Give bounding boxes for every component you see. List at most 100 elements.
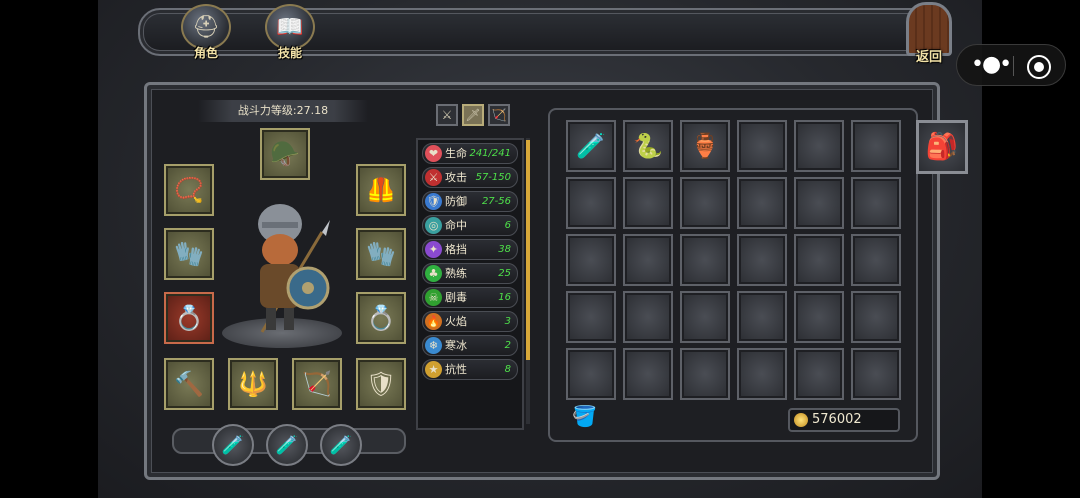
back-label: 返回 <box>915 50 942 65</box>
inventory-slot[interactable] <box>794 177 844 229</box>
inventory-slot[interactable] <box>623 348 673 400</box>
item-icon: 🏺 <box>690 132 720 160</box>
inventory-slot[interactable] <box>680 348 730 400</box>
stat-name: 生命 <box>445 147 467 160</box>
inventory-slot[interactable] <box>851 234 901 286</box>
role-tab-button[interactable]: ⛑ 角色 <box>180 4 232 60</box>
stat-value: 8 <box>504 364 511 375</box>
stat-row: 🔥 火焰 3 <box>422 311 518 332</box>
spear-icon: 🔱 <box>238 370 268 398</box>
inventory-slot[interactable] <box>851 291 901 343</box>
stat-row: 🛡 防御 27-56 <box>422 191 518 212</box>
warrior-figure <box>258 204 330 333</box>
inventory-slot[interactable]: 🏺 <box>680 120 730 172</box>
inventory-slot[interactable] <box>794 348 844 400</box>
back-button[interactable]: 返回 <box>904 2 954 66</box>
sword-icon: ⚔ <box>441 108 453 122</box>
slot-armor[interactable]: 🦺 <box>356 164 406 216</box>
skill-tab-button[interactable]: 📖 技能 <box>264 4 316 60</box>
inventory-slot[interactable] <box>680 291 730 343</box>
gold-amount: 576002 <box>812 412 862 427</box>
inventory-slot[interactable] <box>566 177 616 229</box>
stat-value: 38 <box>498 244 511 255</box>
top-bar <box>138 8 952 56</box>
inventory-slot[interactable] <box>566 348 616 400</box>
slot-spear[interactable]: 🔱 <box>228 358 278 410</box>
inventory-slot[interactable] <box>851 120 901 172</box>
inventory-slot[interactable] <box>623 234 673 286</box>
inventory-slot[interactable] <box>737 234 787 286</box>
stat-icon: ❄ <box>425 337 442 354</box>
inventory-slot[interactable] <box>851 177 901 229</box>
capsule-divider <box>1013 56 1014 76</box>
potion-slot-3[interactable]: 🧪 <box>320 424 362 466</box>
inventory-slot[interactable] <box>566 291 616 343</box>
inventory-slot[interactable] <box>680 177 730 229</box>
inventory-slot[interactable] <box>737 177 787 229</box>
backpack-button[interactable]: 🎒 <box>916 120 968 174</box>
inventory-slot[interactable] <box>794 120 844 172</box>
slot-gloves[interactable]: 🧤 <box>164 228 214 280</box>
slot-necklace[interactable]: 📿 <box>164 164 214 216</box>
bucket-icon[interactable]: 🪣 <box>572 404 597 428</box>
stat-row: ☠ 剧毒 16 <box>422 287 518 308</box>
stat-icon: ◎ <box>425 217 442 234</box>
game-screen: ⛑ 角色 📖 技能 返回 战斗力等级:27.18 🪖 📿 🦺 🧤 🧤 💍 💍 🔨… <box>98 0 982 498</box>
stat-row: ❄ 寒冰 2 <box>422 335 518 356</box>
stat-value: 241/241 <box>469 148 511 159</box>
inventory-slot[interactable] <box>851 348 901 400</box>
stat-name: 抗性 <box>445 363 467 376</box>
inventory-slot[interactable] <box>737 120 787 172</box>
mace-icon: 🔨 <box>174 370 204 398</box>
slot-ring-left[interactable]: 💍 <box>164 292 214 344</box>
stats-panel[interactable]: ❤ 生命 241/241 ⚔ 攻击 57-150 🛡 防御 27-56 ◎ 命中 6 ✦ 格挡 38 ♣ 熟练 2… <box>416 138 524 430</box>
stat-icon: ❤ <box>425 145 442 162</box>
potion-slot-1[interactable]: 🧪 <box>212 424 254 466</box>
skill-tab-label: 技能 <box>277 46 302 60</box>
stat-name: 剧毒 <box>445 291 467 304</box>
stat-row: ◎ 命中 6 <box>422 215 518 236</box>
slot-crossbow[interactable]: 🏹 <box>292 358 342 410</box>
stats-scrollbar[interactable] <box>526 138 530 424</box>
potion-slot-2[interactable]: 🧪 <box>266 424 308 466</box>
inventory-slot[interactable] <box>680 234 730 286</box>
helmet-icon: 🪖 <box>270 140 300 168</box>
miniprogram-capsule: •●• <box>956 44 1066 86</box>
more-icon[interactable]: •●• <box>971 51 1012 79</box>
stat-name: 火焰 <box>445 315 467 328</box>
potion-icon: 🧪 <box>275 434 299 456</box>
stat-name: 攻击 <box>445 171 467 184</box>
inventory-slot[interactable] <box>566 234 616 286</box>
inventory-slot[interactable] <box>623 177 673 229</box>
inventory-slot[interactable]: 🐍 <box>623 120 673 172</box>
slot-ring-right[interactable]: 💍 <box>356 292 406 344</box>
hero-character <box>222 172 342 348</box>
stat-icon: 🛡 <box>425 193 442 210</box>
potion-icon: 🧪 <box>329 434 353 456</box>
stat-name: 寒冰 <box>445 339 467 352</box>
inventory-slot[interactable] <box>737 291 787 343</box>
stat-row: ❤ 生命 241/241 <box>422 143 518 164</box>
coin-icon <box>794 413 808 427</box>
inventory-slot[interactable] <box>794 291 844 343</box>
slot-shield[interactable]: 🛡 <box>356 358 406 410</box>
weapon-tab-bow[interactable]: 🏹 <box>488 104 510 126</box>
stat-value: 57-150 <box>475 172 511 183</box>
item-icon: 🧪 <box>576 132 606 160</box>
inventory-slot[interactable] <box>794 234 844 286</box>
stat-icon: ☠ <box>425 289 442 306</box>
stat-icon: ★ <box>425 361 442 378</box>
close-icon[interactable] <box>1027 55 1051 79</box>
stat-name: 防御 <box>445 195 467 208</box>
slot-mace[interactable]: 🔨 <box>164 358 214 410</box>
inventory-slot[interactable] <box>623 291 673 343</box>
stat-name: 熟练 <box>445 267 467 280</box>
weapon-tab-sword[interactable]: ⚔ <box>436 104 458 126</box>
slot-gauntlet[interactable]: 🧤 <box>356 228 406 280</box>
power-level: 战斗力等级:27.18 <box>198 100 368 122</box>
inventory-slot[interactable] <box>737 348 787 400</box>
weapon-tab-spear[interactable]: 🗡 <box>462 104 484 126</box>
scroll-thumb[interactable] <box>526 140 530 360</box>
inventory-slot[interactable]: 🧪 <box>566 120 616 172</box>
stat-row: ✦ 格挡 38 <box>422 239 518 260</box>
